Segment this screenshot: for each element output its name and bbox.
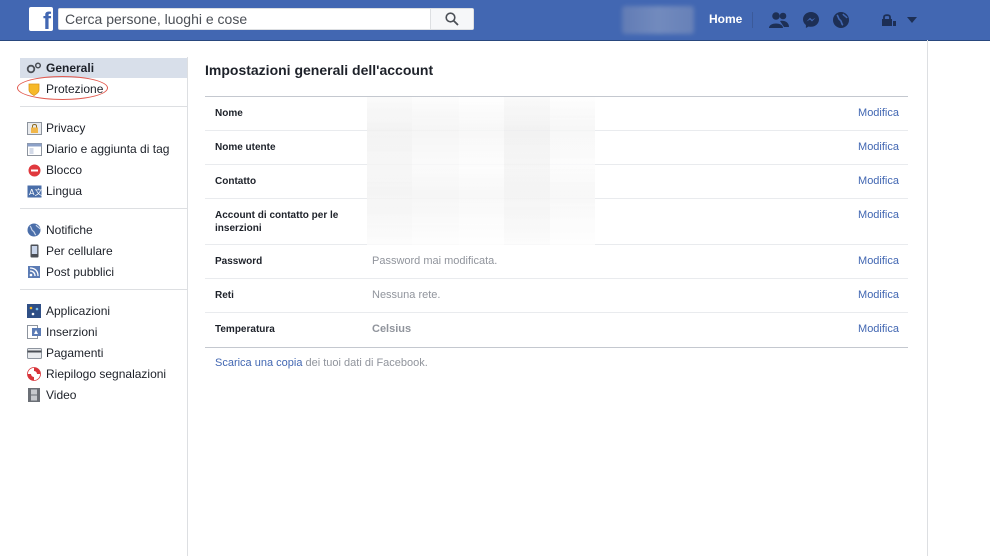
- apps-icon: [26, 304, 42, 318]
- ads-icon: [26, 325, 42, 339]
- row-label: Nome utente: [215, 142, 276, 153]
- edit-link[interactable]: Modifica: [858, 289, 899, 301]
- row-value: Celsius: [372, 323, 412, 335]
- sidebar-item-label: Privacy: [46, 121, 86, 135]
- top-navigation-bar: f Home: [0, 0, 990, 41]
- row-label: Nome: [215, 108, 243, 119]
- edit-link[interactable]: Modifica: [858, 323, 899, 335]
- row-label: Password: [215, 256, 263, 267]
- home-link[interactable]: Home: [709, 12, 742, 26]
- messenger-icon[interactable]: [800, 9, 822, 31]
- row-label: Reti: [215, 290, 234, 301]
- search-input[interactable]: [59, 9, 435, 29]
- settings-row-temperatura[interactable]: Temperatura Celsius Modifica: [205, 313, 908, 347]
- sidebar-item-inserzioni[interactable]: Inserzioni: [20, 322, 187, 342]
- sidebar-item-label: Generali: [46, 61, 95, 75]
- facebook-logo[interactable]: f: [29, 7, 53, 31]
- film-icon: [26, 388, 42, 402]
- row-value: Password mai modificata.: [372, 255, 498, 267]
- edit-link[interactable]: Modifica: [858, 107, 899, 119]
- search-icon: [445, 12, 459, 26]
- sidebar-item-protezione[interactable]: Protezione: [17, 76, 187, 100]
- redacted-personal-info: [367, 97, 595, 245]
- sidebar-item-post-pubblici[interactable]: Post pubblici: [20, 262, 187, 282]
- mobile-icon: [26, 244, 42, 258]
- edit-link[interactable]: Modifica: [858, 255, 899, 267]
- sidebar-item-label: Applicazioni: [46, 304, 111, 318]
- settings-row-password[interactable]: Password Password mai modificata. Modifi…: [205, 245, 908, 279]
- sidebar-item-riepilogo-segnalazioni[interactable]: Riepilogo segnalazioni: [20, 364, 187, 384]
- sidebar-group-privacy: Privacy Diario e aggiunta di tag Blocco …: [20, 107, 187, 209]
- sidebar-group-notifications: Notifiche Per cellulare Post pubblici: [20, 209, 187, 290]
- row-value: Nessuna rete.: [372, 289, 441, 301]
- sidebar-item-lingua[interactable]: A文 Lingua: [20, 181, 187, 201]
- timeline-icon: [26, 142, 42, 156]
- sidebar-item-label: Lingua: [46, 184, 83, 198]
- privacy-lock-icon: [26, 121, 42, 135]
- sidebar-item-label: Diario e aggiunta di tag: [46, 142, 170, 156]
- row-label: Account di contatto per le inserzioni: [215, 210, 339, 234]
- friends-icon[interactable]: [768, 9, 790, 31]
- edit-link[interactable]: Modifica: [858, 209, 899, 221]
- globe-icon: [26, 223, 42, 237]
- page-title: Impostazioni generali dell'account: [205, 62, 434, 78]
- sidebar-item-label: Notifiche: [46, 223, 93, 237]
- download-data-notice: Scarica una copia dei tuoi dati di Faceb…: [215, 357, 428, 369]
- globe-icon[interactable]: [830, 9, 852, 31]
- caret-down-icon[interactable]: [905, 9, 919, 31]
- card-icon: [26, 346, 42, 360]
- lock-icon[interactable]: [880, 9, 898, 31]
- sidebar-item-label: Riepilogo segnalazioni: [46, 367, 167, 381]
- sidebar-item-per-cellulare[interactable]: Per cellulare: [20, 241, 187, 261]
- search-box: [58, 8, 474, 30]
- sidebar-item-label: Blocco: [46, 163, 83, 177]
- sidebar-item-applicazioni[interactable]: Applicazioni: [20, 301, 187, 321]
- profile-link-blurred[interactable]: [622, 6, 694, 34]
- sidebar-item-notifiche[interactable]: Notifiche: [20, 220, 187, 240]
- block-icon: [26, 163, 42, 177]
- content-right-border: [927, 40, 928, 556]
- edit-link[interactable]: Modifica: [858, 141, 899, 153]
- sidebar-item-diario[interactable]: Diario e aggiunta di tag: [20, 139, 187, 159]
- gears-icon: [26, 61, 42, 75]
- highlight-circle: [17, 76, 108, 100]
- svg-text:A文: A文: [29, 187, 42, 197]
- nav-divider: [752, 12, 753, 28]
- edit-link[interactable]: Modifica: [858, 175, 899, 187]
- sidebar-item-label: Video: [46, 388, 77, 402]
- sidebar-item-pagamenti[interactable]: Pagamenti: [20, 343, 187, 363]
- sidebar-item-label: Pagamenti: [46, 346, 104, 360]
- sidebar-group-apps: Applicazioni Inserzioni Pagamenti Riepil…: [20, 290, 187, 412]
- sidebar-item-blocco[interactable]: Blocco: [20, 160, 187, 180]
- sidebar-group-account: Generali Protezione: [17, 58, 187, 107]
- settings-row-reti[interactable]: Reti Nessuna rete. Modifica: [205, 279, 908, 313]
- sidebar-item-privacy[interactable]: Privacy: [20, 118, 187, 138]
- rss-icon: [26, 265, 42, 279]
- sidebar-item-label: Post pubblici: [46, 265, 115, 279]
- search-button[interactable]: [430, 9, 473, 29]
- sidebar-item-label: Per cellulare: [46, 244, 113, 258]
- row-label: Contatto: [215, 176, 257, 187]
- sidebar-item-video[interactable]: Video: [20, 385, 187, 405]
- download-copy-link[interactable]: Scarica una copia: [215, 357, 302, 369]
- download-text: dei tuoi dati di Facebook.: [302, 357, 428, 369]
- support-icon: [26, 367, 42, 381]
- sidebar-item-generali[interactable]: Generali: [20, 58, 187, 78]
- settings-sidebar: Generali Protezione Privacy Diario e agg…: [17, 57, 188, 556]
- sidebar-item-label: Inserzioni: [46, 325, 98, 339]
- row-label: Temperatura: [215, 324, 275, 335]
- language-icon: A文: [26, 184, 42, 198]
